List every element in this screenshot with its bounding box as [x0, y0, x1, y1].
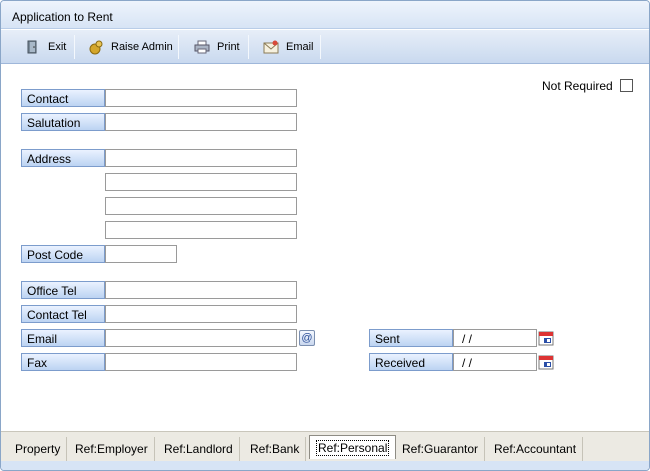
postcode-input[interactable]: [105, 245, 177, 263]
bottom-frame: [1, 461, 649, 470]
received-label: Received: [369, 353, 453, 371]
email-field-label: Email: [21, 329, 105, 347]
not-required-checkbox[interactable]: [620, 79, 633, 92]
toolbar: Exit Raise Admin Print Email: [1, 30, 649, 64]
address-line-1-input[interactable]: [105, 149, 297, 167]
sent-date-input[interactable]: / /: [453, 329, 537, 347]
raise-admin-button[interactable]: Raise Admin: [84, 34, 177, 60]
raise-admin-label: Raise Admin: [111, 41, 173, 53]
tab-ref-accountant[interactable]: Ref:Accountant: [488, 437, 584, 461]
fax-label: Fax: [21, 353, 105, 371]
address-label: Address: [21, 149, 105, 167]
tab-ref-landlord[interactable]: Ref:Landlord: [158, 437, 240, 461]
tab-ref-guarantor[interactable]: Ref:Guarantor: [396, 437, 486, 461]
email-button[interactable]: Email: [259, 34, 318, 60]
address-line-3-input[interactable]: [105, 197, 297, 215]
print-button[interactable]: Print: [190, 34, 244, 60]
tab-ref-personal[interactable]: Ref:Personal: [309, 435, 397, 459]
send-email-at-icon[interactable]: @: [299, 330, 315, 346]
exit-door-icon: [27, 40, 37, 54]
exit-label: Exit: [48, 41, 67, 53]
address-line-4-input[interactable]: [105, 221, 297, 239]
window-title: Application to Rent: [12, 10, 113, 24]
form-panel: Not Required Contact Salutation Address …: [9, 65, 641, 431]
title-bar: Application to Rent: [1, 1, 649, 29]
tab-ref-bank[interactable]: Ref:Bank: [244, 437, 307, 461]
contact-tel-label: Contact Tel: [21, 305, 105, 323]
fax-input[interactable]: [105, 353, 297, 371]
tab-ref-employer[interactable]: Ref:Employer: [69, 437, 155, 461]
office-tel-input[interactable]: [105, 281, 297, 299]
money-bag-icon: [89, 40, 103, 55]
email-input[interactable]: [105, 329, 297, 347]
tab-strip: Property Ref:Employer Ref:Landlord Ref:B…: [1, 431, 649, 461]
calendar-icon[interactable]: [538, 354, 554, 370]
salutation-label: Salutation: [21, 113, 105, 131]
contact-tel-input[interactable]: [105, 305, 297, 323]
print-label: Print: [217, 41, 240, 53]
address-line-2-input[interactable]: [105, 173, 297, 191]
contact-label: Contact: [21, 89, 105, 107]
printer-icon: [194, 40, 210, 54]
office-tel-label: Office Tel: [21, 281, 105, 299]
sent-label: Sent: [369, 329, 453, 347]
envelope-icon: [263, 40, 279, 54]
tab-property[interactable]: Property: [9, 437, 68, 461]
contact-input[interactable]: [105, 89, 297, 107]
postcode-label: Post Code: [21, 245, 105, 263]
salutation-input[interactable]: [105, 113, 297, 131]
email-label: Email: [286, 41, 314, 53]
app-window: Application to Rent Exit Raise Admin Pri…: [0, 0, 650, 471]
not-required-label: Not Required: [542, 79, 613, 93]
received-date-input[interactable]: / /: [453, 353, 537, 371]
calendar-icon[interactable]: [538, 330, 554, 346]
exit-button[interactable]: Exit: [21, 34, 70, 60]
